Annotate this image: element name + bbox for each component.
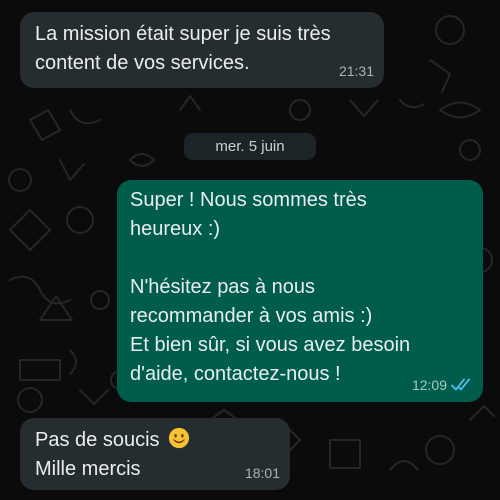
message-meta: 18:01 [245,465,280,481]
message-bubble-incoming[interactable]: Pas de soucis Mille mercis 18:01 [20,418,290,490]
double-check-read-icon [451,378,470,391]
message-text-line [130,244,471,273]
message-text-line: Pas de soucis [35,426,278,455]
message-text-line: La mission était super je suis très [35,23,331,45]
smiling-face-emoji-icon [168,427,190,449]
message-text-line: Mille mercis [35,458,141,480]
message-text-line: heureux :) [130,218,221,240]
date-separator: mer. 5 juin [184,133,316,160]
message-timestamp: 12:09 [411,377,447,393]
message-text-line: Super ! Nous sommes très [130,189,367,211]
message-text-line: Et bien sûr, si vous avez besoin [130,334,411,356]
message-timestamp: 21:31 [338,63,374,79]
message-text-line: N'hésitez pas à nous [130,276,316,298]
message-bubble-outgoing[interactable]: Super ! Nous sommes très heureux :) N'hé… [117,180,483,402]
message-text: Pas de soucis [35,429,160,451]
message-meta: 12:09 [412,377,473,393]
message-timestamp: 18:01 [244,465,280,481]
message-bubble-incoming[interactable]: La mission était super je suis très cont… [20,12,384,88]
message-text-line: content de vos services. [35,52,250,74]
message-meta: 21:31 [339,63,374,79]
message-text-line: recommander à vos amis :) [130,305,373,327]
